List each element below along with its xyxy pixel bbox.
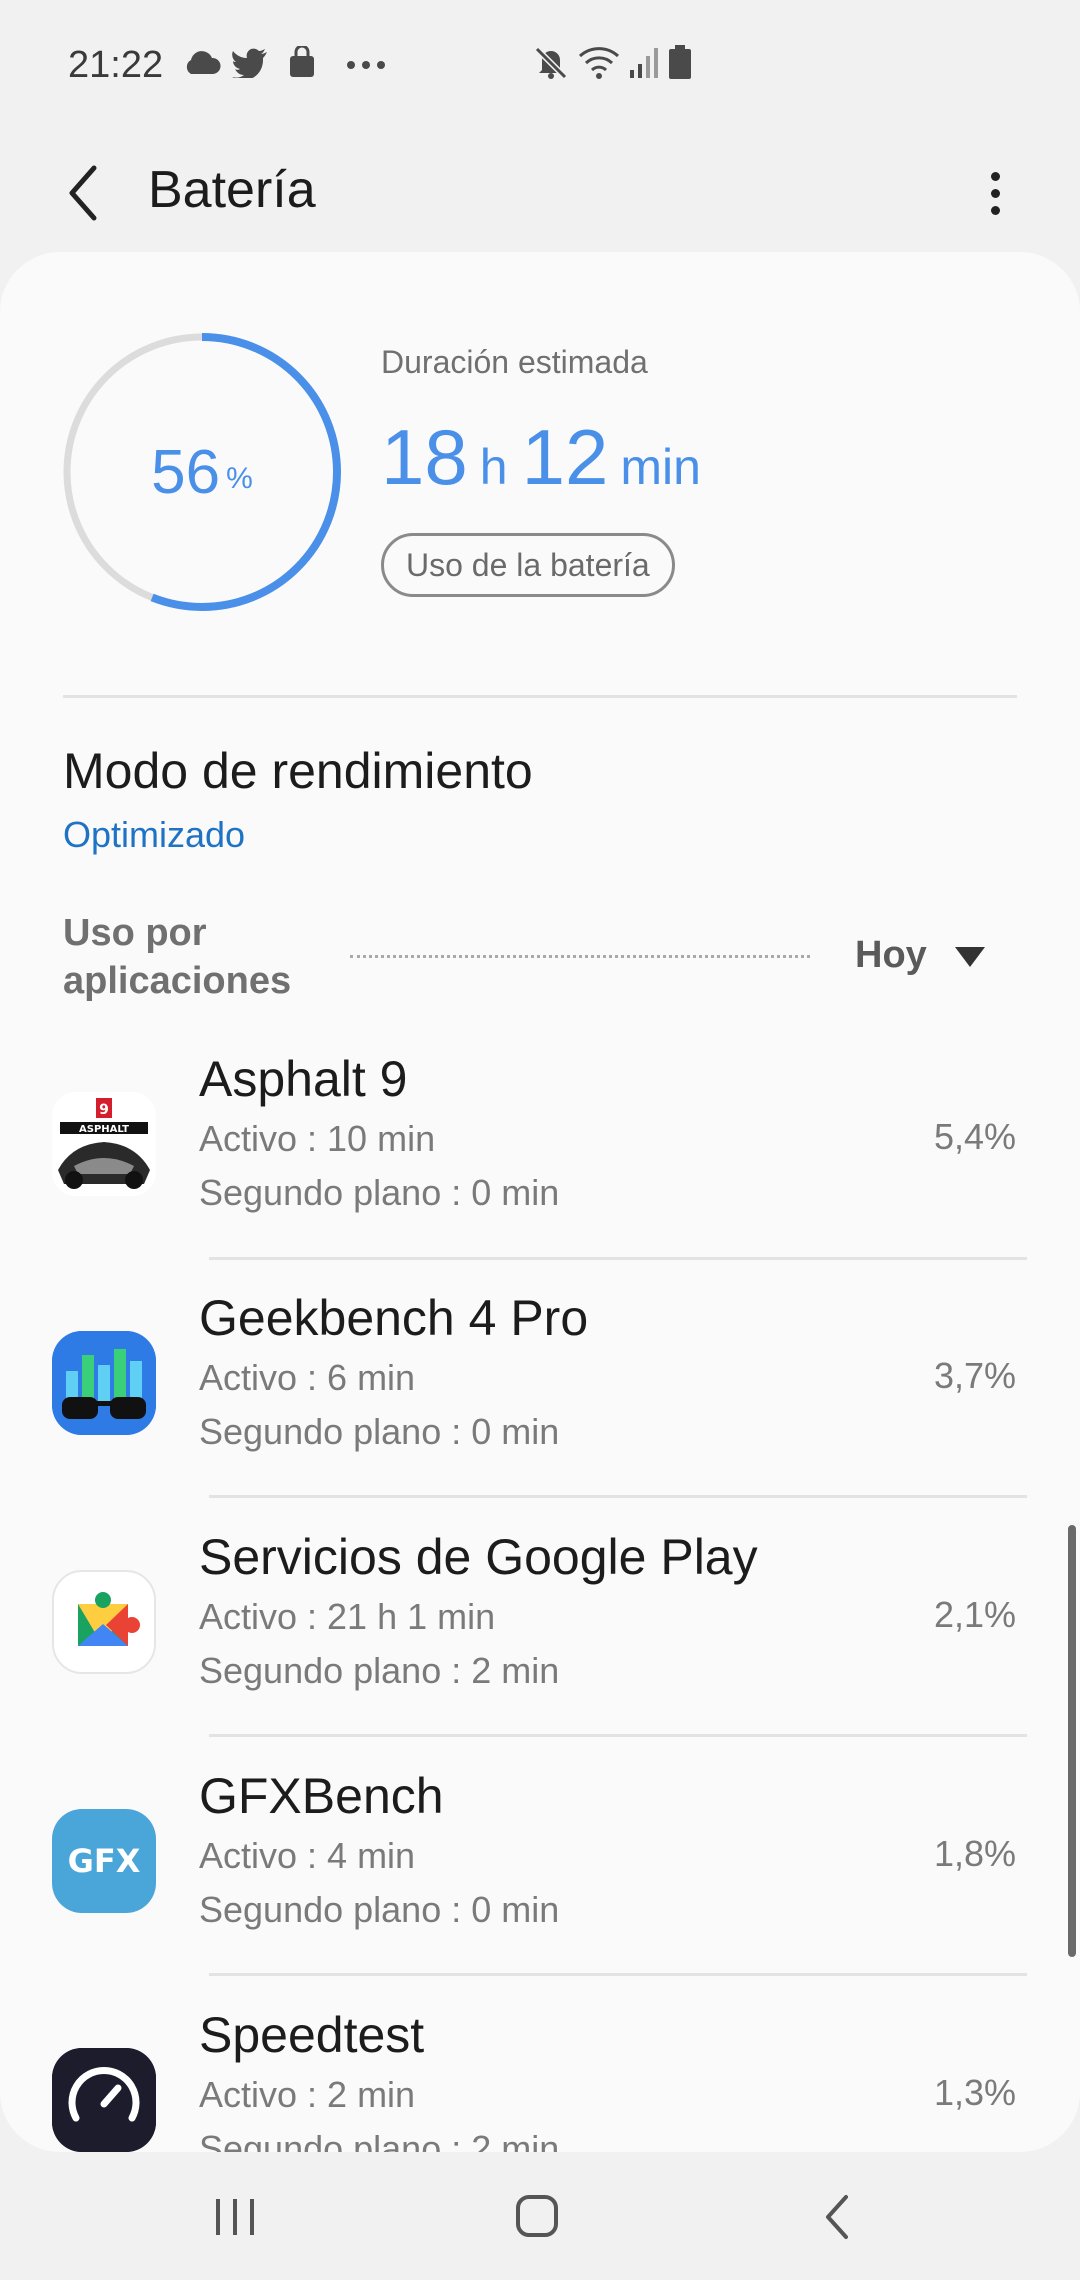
dropdown-arrow-icon <box>955 947 985 967</box>
app-usage-percent: 5,4% <box>933 1116 1016 1157</box>
battery-percent-number: 56 <box>151 437 221 507</box>
app-background-time: Segundo plano : 0 min <box>199 1411 560 1452</box>
dotted-leader <box>350 955 810 958</box>
estimate-minutes-unit: min <box>620 439 701 495</box>
nav-back-button[interactable] <box>800 2182 880 2252</box>
svg-text:9: 9 <box>99 1102 109 1118</box>
home-button[interactable] <box>498 2182 578 2252</box>
app-row-asphalt-9[interactable]: 9 ASPHALT Asphalt 9 Activo : 10 min Segu… <box>0 1036 1080 1274</box>
app-name: Geekbench 4 Pro <box>199 1290 589 1346</box>
app-usage-percent: 1,8% <box>933 1833 1016 1874</box>
app-usage-percent: 2,1% <box>933 1594 1016 1635</box>
estimate-hours: 18 <box>381 413 468 501</box>
performance-mode-value: Optimizado <box>63 814 246 855</box>
speedtest-icon <box>52 2048 156 2152</box>
battery-usage-button[interactable]: Uso de la batería <box>381 533 675 597</box>
app-name: Speedtest <box>199 2007 425 2063</box>
section-divider <box>63 695 1017 698</box>
app-name: Servicios de Google Play <box>199 1529 758 1585</box>
row-divider <box>209 1495 1027 1498</box>
status-bar: 21:22 <box>0 0 1080 130</box>
navigation-bar <box>0 2152 1080 2280</box>
period-selected: Hoy <box>855 934 927 976</box>
cloud-icon <box>186 51 221 74</box>
geekbench-icon <box>52 1331 156 1435</box>
battery-percent-sign: % <box>226 462 253 495</box>
app-row-geekbench[interactable]: Geekbench 4 Pro Activo : 6 min Segundo p… <box>0 1275 1080 1513</box>
estimated-duration-value: 18 h 12 min <box>381 412 715 503</box>
app-usage-percent: 3,7% <box>933 1355 1016 1396</box>
google-play-services-icon <box>52 1570 156 1674</box>
app-usage-percent: 1,3% <box>933 2072 1016 2113</box>
asphalt-9-icon: 9 ASPHALT <box>52 1092 156 1196</box>
signal-icon <box>630 48 658 78</box>
estimated-duration-label: Duración estimada <box>381 344 648 380</box>
row-divider <box>209 1734 1027 1737</box>
bag-icon <box>290 46 314 77</box>
svg-text:ASPHALT: ASPHALT <box>79 1124 129 1135</box>
row-divider <box>209 1257 1027 1260</box>
app-background-time: Segundo plano : 0 min <box>199 1172 560 1213</box>
recent-apps-button[interactable] <box>196 2182 276 2252</box>
app-background-time: Segundo plano : 0 min <box>199 1889 560 1930</box>
more-options-button[interactable] <box>960 152 1030 232</box>
app-active-time: Activo : 4 min <box>199 1835 416 1876</box>
app-bar: Batería <box>0 130 1080 250</box>
app-active-time: Activo : 21 h 1 min <box>199 1596 496 1637</box>
estimate-hours-unit: h <box>479 439 508 495</box>
performance-mode-title: Modo de rendimiento <box>63 743 533 799</box>
back-icon <box>826 2195 848 2239</box>
recent-apps-icon <box>216 2199 254 2235</box>
app-row-speedtest[interactable]: Speedtest Activo : 2 min Segundo plano :… <box>0 1992 1080 2152</box>
battery-percentage: 56 % <box>60 330 344 614</box>
back-arrow-icon <box>69 165 97 221</box>
twitter-icon <box>232 48 267 78</box>
page-title: Batería <box>148 161 316 219</box>
app-active-time: Activo : 6 min <box>199 1357 416 1398</box>
gfxbench-icon-label: GFX <box>67 1842 141 1880</box>
battery-icon <box>669 45 691 79</box>
more-dots-icon <box>347 61 385 69</box>
app-name: GFXBench <box>199 1768 444 1824</box>
scrollbar[interactable] <box>1068 1525 1076 1957</box>
row-divider <box>209 1973 1027 1976</box>
estimate-minutes: 12 <box>521 413 609 501</box>
app-active-time: Activo : 2 min <box>199 2074 416 2115</box>
mute-icon <box>534 46 568 80</box>
app-background-time: Segundo plano : 2 min <box>199 1650 560 1691</box>
wifi-icon <box>578 47 620 79</box>
app-name: Asphalt 9 <box>199 1051 408 1107</box>
app-background-time: Segundo plano : 2 min <box>199 2128 560 2152</box>
app-row-google-play-services[interactable]: Servicios de Google Play Activo : 21 h 1… <box>0 1514 1080 1752</box>
battery-card: 56 % Duración estimada 18 h 12 min Uso de l… <box>0 252 1080 2152</box>
gfxbench-icon: GFX <box>52 1809 156 1913</box>
back-button[interactable] <box>58 158 128 228</box>
usage-by-apps-header: Uso por aplicaciones <box>63 912 292 1002</box>
app-row-gfxbench[interactable]: GFX GFXBench Activo : 4 min Segundo plan… <box>0 1753 1080 1991</box>
app-active-time: Activo : 10 min <box>199 1118 436 1159</box>
status-time: 21:22 <box>68 44 164 86</box>
home-icon <box>516 2195 558 2237</box>
